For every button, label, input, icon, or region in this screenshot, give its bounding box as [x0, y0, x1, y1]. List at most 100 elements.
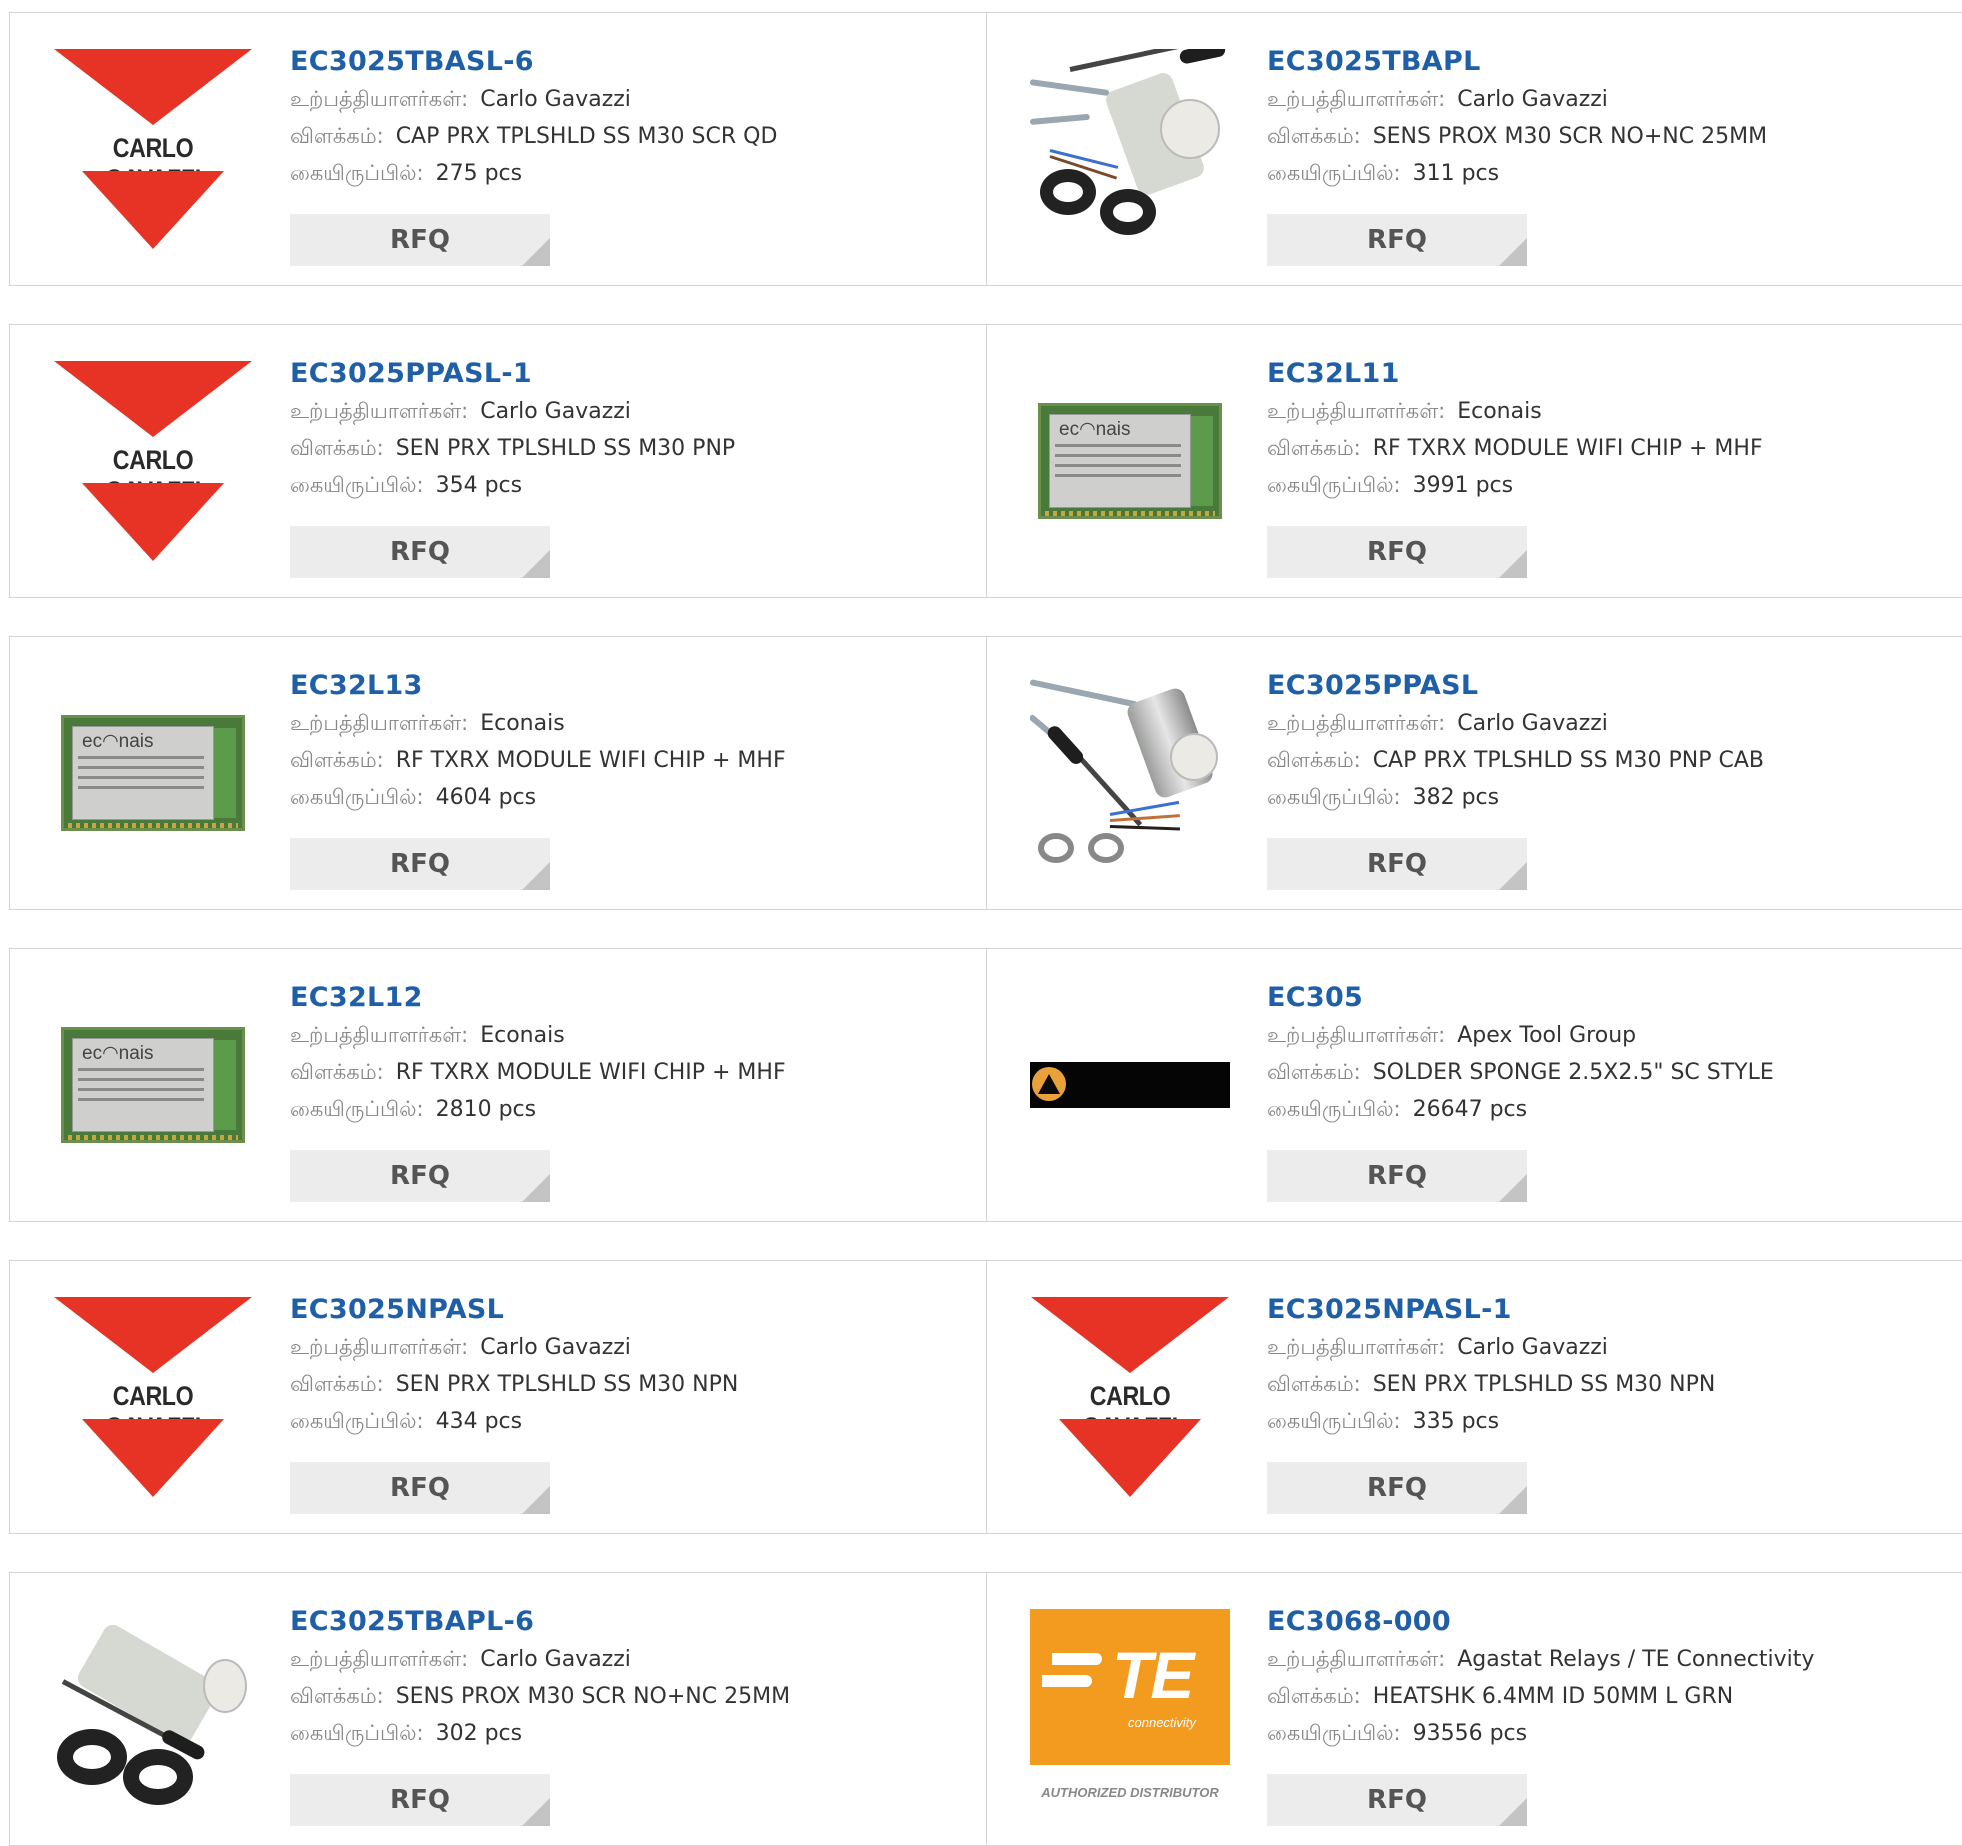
rfq-button[interactable]: RFQ [290, 214, 550, 266]
description-label: விளக்கம்: [1267, 1684, 1361, 1708]
description-value: SENS PROX M30 SCR NO+NC 25MM [395, 1684, 791, 1709]
product-info: EC32L11 உற்பத்தியாளர்கள்: Econais விளக்கம… [1267, 355, 1962, 504]
description-row: விளக்கம்: SENS PROX M30 SCR NO+NC 25MM [290, 1678, 976, 1715]
stock-row: கையிருப்பில்: 311 pcs [1267, 155, 1962, 192]
apex-tool-group-logo [1030, 1062, 1230, 1108]
rfq-button[interactable]: RFQ [290, 838, 550, 890]
manufacturer-label: உற்பத்தியாளர்கள்: [1267, 1647, 1446, 1671]
product-card: EC3025PPASL உற்பத்தியாளர்கள்: Carlo Gavaz… [987, 636, 1962, 910]
description-label: விளக்கம்: [1267, 1060, 1361, 1084]
product-card: ec◠nais EC32L11 உற்பத்தியாளர்கள்: Econais… [987, 324, 1962, 598]
product-info: EC3025TBAPL உற்பத்தியாளர்கள்: Carlo Gavaz… [1267, 43, 1962, 192]
stock-value: 302 pcs [435, 1721, 523, 1746]
stock-label: கையிருப்பில்: [1267, 161, 1401, 185]
stock-value: 26647 pcs [1412, 1097, 1528, 1122]
description-value: RF TXRX MODULE WIFI CHIP + MHF [395, 748, 786, 773]
manufacturer-row: உற்பத்தியாளர்கள்: Carlo Gavazzi [290, 393, 976, 430]
part-number-link[interactable]: EC3025NPASL-1 [1267, 1291, 1962, 1329]
product-thumbnail[interactable]: TE connectivity AUTHORIZED DISTRIBUTOR [1030, 1609, 1230, 1809]
part-number-link[interactable]: EC3025TBASL-6 [290, 43, 976, 81]
description-row: விளக்கம்: CAP PRX TPLSHLD SS M30 SCR QD [290, 118, 976, 155]
part-number-link[interactable]: EC3068-000 [1267, 1603, 1962, 1641]
product-thumbnail[interactable] [53, 1609, 253, 1809]
rfq-button[interactable]: RFQ [1267, 1774, 1527, 1826]
product-thumbnail[interactable]: CARLO GAVAZZI [53, 361, 253, 561]
stock-value: 2810 pcs [435, 1097, 537, 1122]
product-thumbnail[interactable] [1030, 673, 1230, 873]
product-thumbnail[interactable] [1030, 49, 1230, 249]
description-label: விளக்கம்: [290, 436, 384, 460]
manufacturer-label: உற்பத்தியாளர்கள்: [1267, 1023, 1446, 1047]
manufacturer-value: Carlo Gavazzi [1457, 1335, 1608, 1360]
stock-label: கையிருப்பில்: [1267, 1721, 1401, 1745]
description-label: விளக்கம்: [1267, 436, 1361, 460]
product-card: ec◠nais EC32L13 உற்பத்தியாளர்கள்: Econais… [9, 636, 987, 910]
manufacturer-value: Agastat Relays / TE Connectivity [1457, 1647, 1815, 1672]
rfq-button[interactable]: RFQ [290, 1774, 550, 1826]
manufacturer-row: உற்பத்தியாளர்கள்: Carlo Gavazzi [1267, 1329, 1962, 1366]
product-thumbnail[interactable]: ec◠nais [1030, 361, 1230, 561]
rfq-button[interactable]: RFQ [1267, 526, 1527, 578]
part-number-link[interactable]: EC3025PPASL [1267, 667, 1962, 705]
manufacturer-value: Econais [480, 1023, 565, 1048]
rfq-button[interactable]: RFQ [290, 1462, 550, 1514]
stock-row: கையிருப்பில்: 434 pcs [290, 1403, 976, 1440]
manufacturer-value: Carlo Gavazzi [480, 87, 631, 112]
stock-row: கையிருப்பில்: 93556 pcs [1267, 1715, 1962, 1752]
rfq-button[interactable]: RFQ [290, 1150, 550, 1202]
description-value: HEATSHK 6.4MM ID 50MM L GRN [1372, 1684, 1734, 1709]
carlo-gavazzi-logo: CARLO GAVAZZI [1031, 1297, 1229, 1497]
rfq-button[interactable]: RFQ [1267, 214, 1527, 266]
manufacturer-label: உற்பத்தியாளர்கள்: [290, 1335, 469, 1359]
part-number-link[interactable]: EC32L13 [290, 667, 976, 705]
description-value: RF TXRX MODULE WIFI CHIP + MHF [395, 1060, 786, 1085]
proximity-sensor-image [1030, 49, 1230, 249]
rfq-button[interactable]: RFQ [1267, 838, 1527, 890]
product-card: ec◠nais EC32L12 உற்பத்தியாளர்கள்: Econais… [9, 948, 987, 1222]
product-card: CARLO GAVAZZI EC3025NPASL உற்பத்தியாளர்க… [9, 1260, 987, 1534]
manufacturer-value: Carlo Gavazzi [480, 399, 631, 424]
product-thumbnail[interactable]: ec◠nais [53, 985, 253, 1185]
description-row: விளக்கம்: SEN PRX TPLSHLD SS M30 NPN [1267, 1366, 1962, 1403]
manufacturer-row: உற்பத்தியாளர்கள்: Econais [1267, 393, 1962, 430]
stock-value: 382 pcs [1412, 785, 1500, 810]
description-row: விளக்கம்: SENS PROX M30 SCR NO+NC 25MM [1267, 118, 1962, 155]
description-value: RF TXRX MODULE WIFI CHIP + MHF [1372, 436, 1763, 461]
carlo-gavazzi-logo: CARLO GAVAZZI [54, 1297, 252, 1497]
part-number-link[interactable]: EC3025TBAPL [1267, 43, 1962, 81]
rfq-button[interactable]: RFQ [1267, 1150, 1527, 1202]
part-number-link[interactable]: EC305 [1267, 979, 1962, 1017]
part-number-link[interactable]: EC3025PPASL-1 [290, 355, 976, 393]
stock-row: கையிருப்பில்: 354 pcs [290, 467, 976, 504]
stock-label: கையிருப்பில்: [1267, 785, 1401, 809]
stock-value: 311 pcs [1412, 161, 1500, 186]
manufacturer-value: Econais [1457, 399, 1542, 424]
description-label: விளக்கம்: [290, 1684, 384, 1708]
product-thumbnail[interactable]: CARLO GAVAZZI [1030, 1297, 1230, 1497]
product-info: EC3025TBASL-6 உற்பத்தியாளர்கள்: Carlo Gav… [290, 43, 976, 192]
stock-value: 4604 pcs [435, 785, 537, 810]
rfq-button[interactable]: RFQ [290, 526, 550, 578]
description-label: விளக்கம்: [290, 1060, 384, 1084]
product-info: EC3025PPASL-1 உற்பத்தியாளர்கள்: Carlo Gav… [290, 355, 976, 504]
stock-row: கையிருப்பில்: 2810 pcs [290, 1091, 976, 1128]
rfq-button[interactable]: RFQ [1267, 1462, 1527, 1514]
part-number-link[interactable]: EC3025NPASL [290, 1291, 976, 1329]
manufacturer-row: உற்பத்தியாளர்கள்: Carlo Gavazzi [1267, 705, 1962, 742]
manufacturer-label: உற்பத்தியாளர்கள்: [290, 711, 469, 735]
part-number-link[interactable]: EC3025TBAPL-6 [290, 1603, 976, 1641]
product-thumbnail[interactable] [1030, 985, 1230, 1185]
product-thumbnail[interactable]: CARLO GAVAZZI [53, 1297, 253, 1497]
manufacturer-row: உற்பத்தியாளர்கள்: Agastat Relays / TE Con… [1267, 1641, 1962, 1678]
part-number-link[interactable]: EC32L12 [290, 979, 976, 1017]
part-number-link[interactable]: EC32L11 [1267, 355, 1962, 393]
description-row: விளக்கம்: SOLDER SPONGE 2.5X2.5" SC STYLE [1267, 1054, 1962, 1091]
stock-row: கையிருப்பில்: 335 pcs [1267, 1403, 1962, 1440]
description-label: விளக்கம்: [1267, 748, 1361, 772]
product-thumbnail[interactable]: CARLO GAVAZZI [53, 49, 253, 249]
stock-value: 3991 pcs [1412, 473, 1514, 498]
manufacturer-label: உற்பத்தியாளர்கள்: [290, 1647, 469, 1671]
description-label: விளக்கம்: [1267, 1372, 1361, 1396]
stock-label: கையிருப்பில்: [1267, 473, 1401, 497]
product-thumbnail[interactable]: ec◠nais [53, 673, 253, 873]
